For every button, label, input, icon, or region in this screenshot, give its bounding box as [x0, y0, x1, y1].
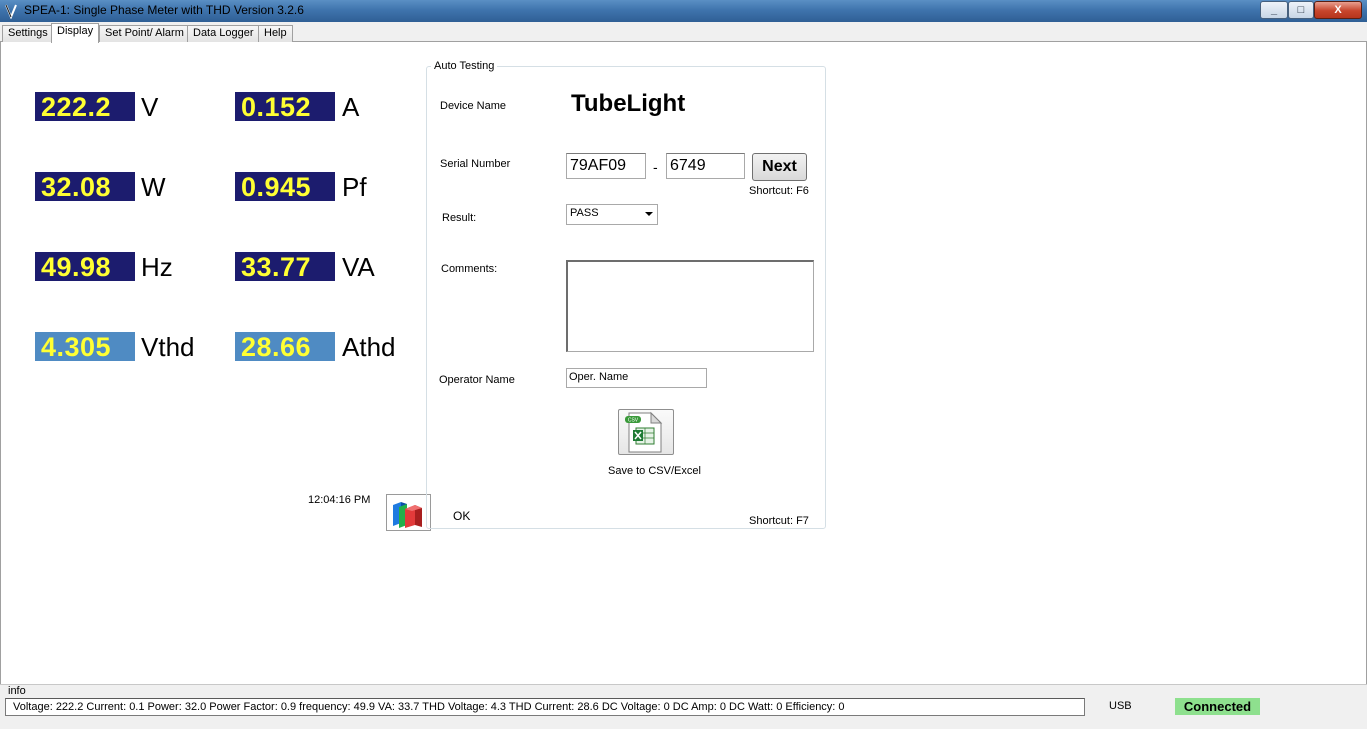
frequency-value: 49.98: [35, 252, 135, 282]
result-selected-value: PASS: [570, 207, 599, 219]
power-unit: W: [141, 172, 166, 202]
port-label: USB: [1109, 700, 1132, 712]
device-name-label: Device Name: [440, 100, 507, 112]
minimize-button[interactable]: _: [1260, 1, 1288, 19]
tab-strip: Settings Display Set Point/ Alarm Data L…: [0, 22, 1367, 43]
save-csv-button[interactable]: CSV: [618, 409, 674, 455]
result-label: Result:: [442, 212, 477, 224]
clock: 12:04:16 PM: [308, 494, 371, 506]
power-factor-unit: Pf: [342, 172, 367, 202]
close-button[interactable]: X: [1314, 1, 1362, 19]
serial-separator: -: [653, 159, 658, 175]
operator-name-label: Operator Name: [439, 374, 515, 386]
athd-unit: Athd: [342, 332, 396, 362]
status-message: Voltage: 222.2 Current: 0.1 Power: 32.0 …: [5, 698, 1085, 716]
tab-display[interactable]: Display: [51, 23, 100, 43]
chevron-down-icon: [645, 212, 653, 216]
tab-settings[interactable]: Settings: [2, 25, 54, 42]
serial-prefix-input[interactable]: 79AF09: [566, 153, 646, 179]
cube-chart-icon: [393, 502, 422, 528]
chart-button[interactable]: [386, 494, 431, 531]
maximize-button[interactable]: □: [1288, 1, 1314, 19]
vthd-unit: Vthd: [141, 332, 195, 362]
close-icon: X: [1334, 4, 1342, 16]
tab-data-logger[interactable]: Data Logger: [187, 25, 260, 42]
comments-textarea[interactable]: [566, 260, 814, 352]
device-name-value: TubeLight: [571, 90, 686, 117]
title-bar: SPEA-1: Single Phase Meter with THD Vers…: [0, 0, 1367, 22]
save-csv-label: Save to CSV/Excel: [608, 465, 701, 477]
save-shortcut-label: Shortcut: F7: [749, 515, 809, 527]
comments-label: Comments:: [441, 263, 498, 275]
maximize-icon: □: [1297, 4, 1305, 16]
frequency-unit: Hz: [141, 252, 173, 282]
minimize-icon: _: [1270, 4, 1278, 16]
athd-value: 28.66: [235, 332, 335, 362]
serial-number-input[interactable]: 6749: [666, 153, 745, 179]
window-title: SPEA-1: Single Phase Meter with THD Vers…: [24, 3, 304, 17]
app-icon: [5, 4, 17, 19]
connection-status-badge: Connected: [1175, 698, 1260, 715]
power-value: 32.08: [35, 172, 135, 202]
auto-testing-title: Auto Testing: [431, 60, 498, 72]
vthd-value: 4.305: [35, 332, 135, 362]
va-value: 33.77: [235, 252, 335, 282]
va-unit: VA: [342, 252, 375, 282]
status-area: info Voltage: 222.2 Current: 0.1 Power: …: [0, 684, 1367, 729]
operator-name-input[interactable]: Oper. Name: [566, 368, 707, 388]
tab-help[interactable]: Help: [258, 25, 293, 42]
power-factor-value: 0.945: [235, 172, 335, 202]
voltage-value: 222.2: [35, 92, 135, 122]
voltage-unit: V: [141, 92, 159, 122]
result-select[interactable]: PASS: [566, 204, 658, 225]
next-button[interactable]: Next: [752, 153, 807, 181]
serial-number-label: Serial Number: [440, 158, 511, 170]
display-panel: 222.2 V 0.152 A 32.08 W 0.945 Pf 49.98 H…: [0, 42, 1367, 684]
next-shortcut-label: Shortcut: F6: [749, 185, 809, 197]
csv-badge-text: CSV: [628, 418, 639, 424]
excel-csv-icon: CSV: [625, 411, 663, 453]
current-value: 0.152: [235, 92, 335, 122]
current-unit: A: [342, 92, 360, 122]
tab-set-point-alarm[interactable]: Set Point/ Alarm: [99, 25, 190, 42]
info-label: info: [8, 685, 26, 697]
